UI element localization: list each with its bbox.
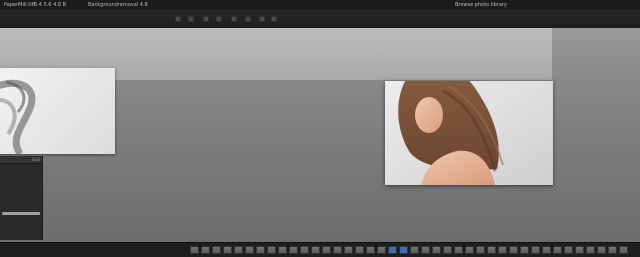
app-icon[interactable]	[597, 246, 606, 254]
toolbar	[0, 10, 640, 29]
app-icon[interactable]	[267, 246, 276, 254]
tool-icon[interactable]	[175, 16, 181, 22]
app-icon[interactable]	[289, 246, 298, 254]
app-icon[interactable]	[311, 246, 320, 254]
app-icon[interactable]	[278, 246, 287, 254]
app-icon[interactable]	[223, 246, 232, 254]
app-icon[interactable]	[476, 246, 485, 254]
hair-swirl-image	[0, 79, 36, 154]
app-icon[interactable]	[487, 246, 496, 254]
side-panel-header: tool	[0, 156, 42, 164]
app-icon[interactable]	[300, 246, 309, 254]
tool-icon[interactable]	[259, 16, 265, 22]
portrait-image[interactable]	[385, 81, 553, 185]
tool-icon[interactable]	[188, 16, 194, 22]
app-icon[interactable]	[542, 246, 551, 254]
app-icon[interactable]	[498, 246, 507, 254]
app-icon[interactable]	[619, 246, 628, 254]
app-icon[interactable]	[212, 246, 221, 254]
app-icon[interactable]	[256, 246, 265, 254]
app-icon[interactable]	[575, 246, 584, 254]
tool-icon[interactable]	[245, 16, 251, 22]
app-icon[interactable]	[234, 246, 243, 254]
dock	[0, 242, 640, 257]
app-icon[interactable]	[531, 246, 540, 254]
app-icon[interactable]	[465, 246, 474, 254]
app-icon[interactable]	[432, 246, 441, 254]
portrait-image-content	[385, 81, 553, 185]
app-icon[interactable]	[333, 246, 342, 254]
title-left-1: PaperMill.tiff	[4, 2, 36, 8]
app-icon[interactable]	[410, 246, 419, 254]
app-icon[interactable]	[190, 246, 199, 254]
image-clip-left[interactable]	[0, 68, 115, 154]
app-icon[interactable]	[520, 246, 529, 254]
app-icon[interactable]	[586, 246, 595, 254]
title-left-2: 5.4 5.6 4.8 B	[34, 2, 67, 8]
app-icon[interactable]	[553, 246, 562, 254]
side-panel: tool	[0, 156, 43, 240]
app-icon[interactable]	[201, 246, 210, 254]
tool-icon[interactable]	[216, 16, 222, 22]
app-icon[interactable]	[421, 246, 430, 254]
title-right: Browse photo library	[455, 2, 507, 8]
tool-icon[interactable]	[271, 16, 277, 22]
tool-icon[interactable]	[203, 16, 209, 22]
tool-icon[interactable]	[231, 16, 237, 22]
app-icon[interactable]	[564, 246, 573, 254]
side-panel-slider[interactable]	[2, 212, 40, 215]
app-icon[interactable]	[344, 246, 353, 254]
app-icon[interactable]	[388, 246, 397, 254]
app-icon[interactable]	[322, 246, 331, 254]
app-icon[interactable]	[509, 246, 518, 254]
title-center: Backgroundremoval 4.8	[88, 2, 148, 8]
app-icon[interactable]	[443, 246, 452, 254]
app-icon[interactable]	[245, 246, 254, 254]
app-icon[interactable]	[366, 246, 375, 254]
app-icon[interactable]	[355, 246, 364, 254]
title-bar: PaperMill.tiff 5.4 5.6 4.8 B Backgroundr…	[0, 0, 640, 10]
app-icon[interactable]	[399, 246, 408, 254]
app-icon[interactable]	[608, 246, 617, 254]
app-icon[interactable]	[454, 246, 463, 254]
app-icon[interactable]	[377, 246, 386, 254]
